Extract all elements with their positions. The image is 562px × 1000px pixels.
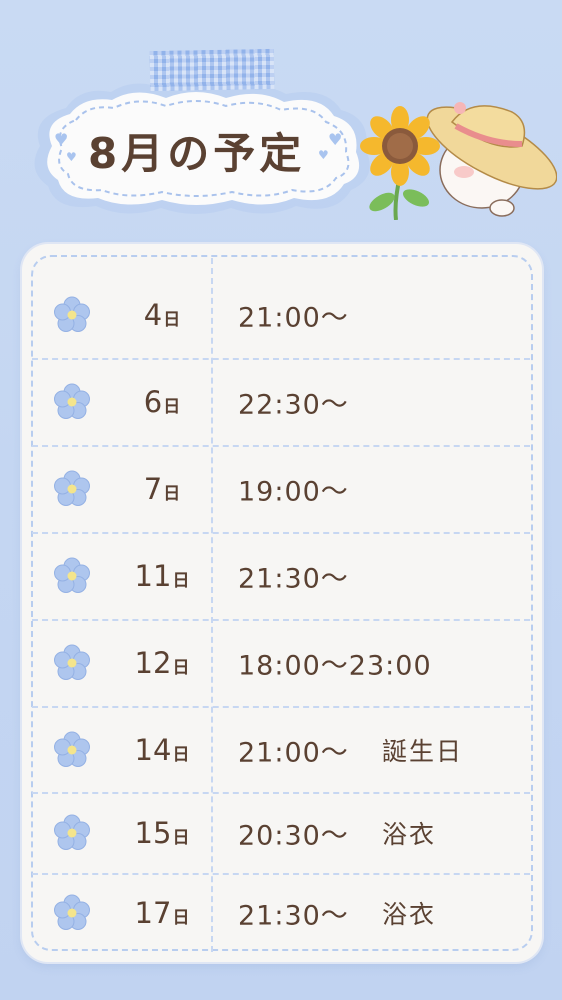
schedule-date: 7日 [112,472,212,506]
schedule-date: 15日 [112,816,212,850]
date-unit: 日 [163,484,181,504]
blue-flower-icon [52,730,92,770]
schedule-time: 21:30〜 [238,563,349,595]
schedule-row: 17日 21:30〜 浴衣 [32,874,530,952]
date-unit: 日 [172,571,190,591]
schedule-note: 浴衣 [382,900,437,929]
date-unit: 日 [172,828,190,848]
schedule-row: 6日 22:30〜 [32,359,530,447]
date-unit: 日 [163,310,181,330]
heart-icon: ♥ [318,148,329,162]
date-unit: 日 [163,397,181,417]
date-unit: 日 [172,658,190,678]
schedule-time: 18:00〜23:00 [238,650,432,682]
schedule-row: 4日 21:00〜 [32,272,530,360]
cat-with-straw-hat-icon [426,102,557,217]
blue-flower-icon [52,556,92,596]
schedule-note: 誕生日 [382,736,464,766]
blue-flower-icon [52,893,92,933]
schedule-date: 6日 [112,385,212,419]
heart-icon: ♥ [66,150,77,164]
date-unit: 日 [172,908,190,928]
sunflower-cat-illustration [360,102,557,220]
date-unit: 日 [172,744,190,765]
date-number: 14 [134,732,172,767]
schedule-date: 17日 [112,896,212,930]
schedule-row: 7日 19:00〜 [32,446,530,534]
date-number: 4 [143,298,163,332]
title-cloud: ♥ ♥ ♥ ♥ 8月の予定 [26,78,386,218]
blue-flower-icon [52,295,92,335]
blue-flower-icon [52,643,92,683]
schedule-row: 12日 18:00〜23:00 [32,620,530,708]
schedule-row: 14日 21:00〜 誕生日 [32,707,530,794]
schedule-date: 4日 [112,298,212,332]
schedule-time: 19:00〜 [238,476,349,508]
schedule-row: 15日 20:30〜 浴衣 [32,793,530,875]
blue-flower-icon [52,382,92,422]
sunflower-icon [360,106,440,220]
blue-flower-icon [52,469,92,509]
schedule-date: 11日 [112,559,212,593]
date-number: 11 [134,559,172,593]
heart-icon: ♥ [328,130,343,149]
date-number: 7 [143,472,163,506]
schedule-time: 21:00〜 [238,302,349,334]
blue-flower-icon [52,813,92,853]
schedule-row: 11日 21:30〜 [32,533,530,621]
schedule-time: 21:30〜 [238,900,349,932]
schedule-time: 20:30〜 [238,820,349,852]
date-number: 6 [143,385,163,419]
schedule-date: 14日 [112,733,212,767]
schedule-date: 12日 [112,646,212,680]
date-number: 15 [134,816,172,850]
washi-tape [149,48,275,92]
schedule-note: 浴衣 [382,820,437,849]
page-title: 8月の予定 [88,129,306,178]
schedule-time: 21:00〜 [238,737,349,768]
schedule-time: 22:30〜 [238,389,349,421]
heart-icon: ♥ [54,130,69,149]
date-number: 12 [134,646,172,680]
date-number: 17 [134,896,172,930]
